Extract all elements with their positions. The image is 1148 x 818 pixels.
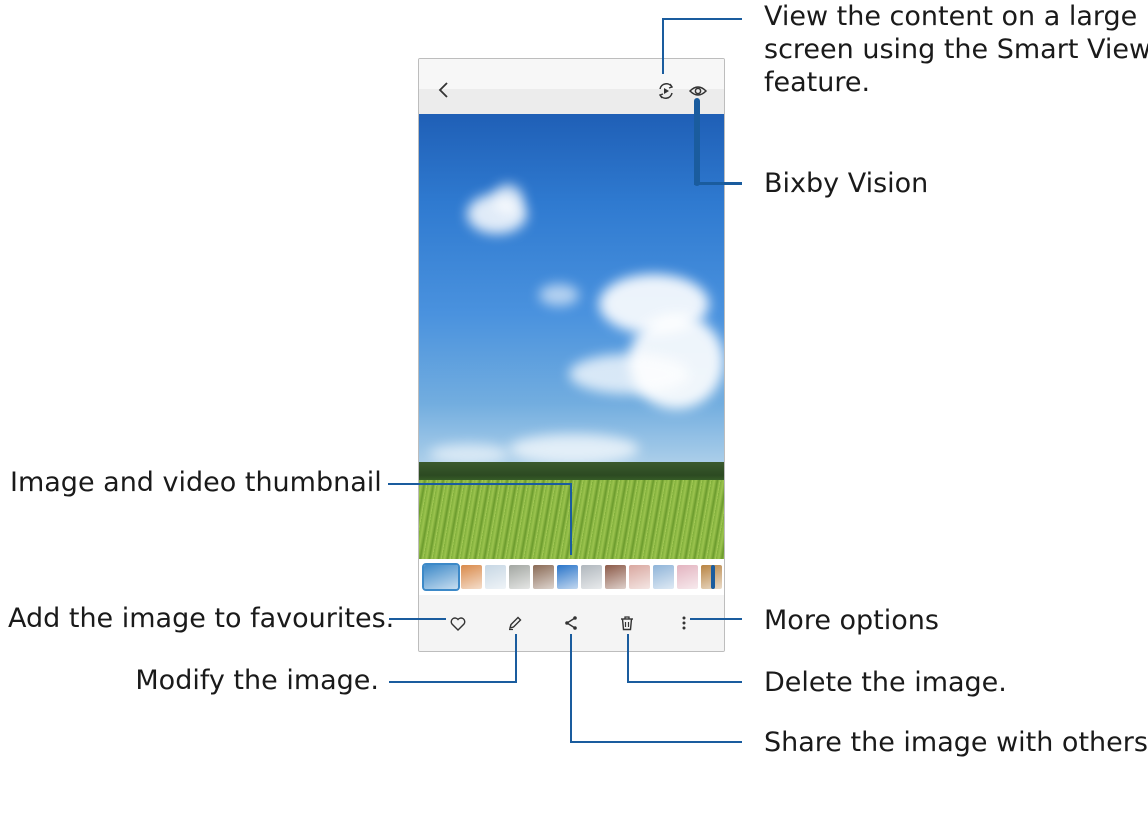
thumbnail-item[interactable] xyxy=(557,565,578,589)
thumbnail-end-marker xyxy=(711,565,715,589)
smart-view-icon[interactable] xyxy=(656,81,676,101)
chevron-left-icon[interactable] xyxy=(437,81,451,99)
smart-view-annotation: View the content on a large screen using… xyxy=(764,1,1148,98)
modify-callout-line xyxy=(515,634,517,682)
thumbnail-item[interactable] xyxy=(653,565,674,589)
pencil-icon[interactable] xyxy=(507,615,523,631)
thumbnail-item[interactable] xyxy=(581,565,602,589)
more-options-callout-line xyxy=(690,618,742,620)
thumbnail-item[interactable] xyxy=(605,565,626,589)
bixby-vision-callout-line xyxy=(694,98,700,186)
favourites-annotation: Add the image to favourites. xyxy=(8,603,395,634)
thumbnail-item[interactable] xyxy=(677,565,698,589)
heart-icon[interactable] xyxy=(450,617,466,631)
thumbnail-callout-line xyxy=(388,483,570,485)
thumbnail-item[interactable] xyxy=(485,565,506,589)
share-callout-line xyxy=(570,634,572,743)
share-icon[interactable] xyxy=(563,615,579,631)
smart-view-callout-line xyxy=(662,18,664,74)
share-annotation: Share the image with others. xyxy=(764,727,1148,758)
thumbnail-item[interactable] xyxy=(461,565,482,589)
top-bar xyxy=(419,59,724,114)
trash-icon[interactable] xyxy=(619,615,635,631)
delete-callout-line xyxy=(627,634,629,682)
more-vertical-icon[interactable] xyxy=(681,615,687,631)
thumbnail-strip[interactable] xyxy=(419,559,724,595)
more-options-annotation: More options xyxy=(764,605,939,636)
delete-annotation: Delete the image. xyxy=(764,667,1007,698)
thumbnail-current[interactable] xyxy=(422,563,460,591)
favourites-callout-line xyxy=(389,618,446,620)
thumbnail-item[interactable] xyxy=(629,565,650,589)
thumbnail-item[interactable] xyxy=(533,565,554,589)
thumbnail-annotation: Image and video thumbnail xyxy=(10,467,382,498)
gallery-screen xyxy=(418,58,725,652)
thumbnail-item[interactable] xyxy=(509,565,530,589)
modify-annotation: Modify the image. xyxy=(135,665,379,696)
bixby-vision-annotation: Bixby Vision xyxy=(764,168,929,199)
